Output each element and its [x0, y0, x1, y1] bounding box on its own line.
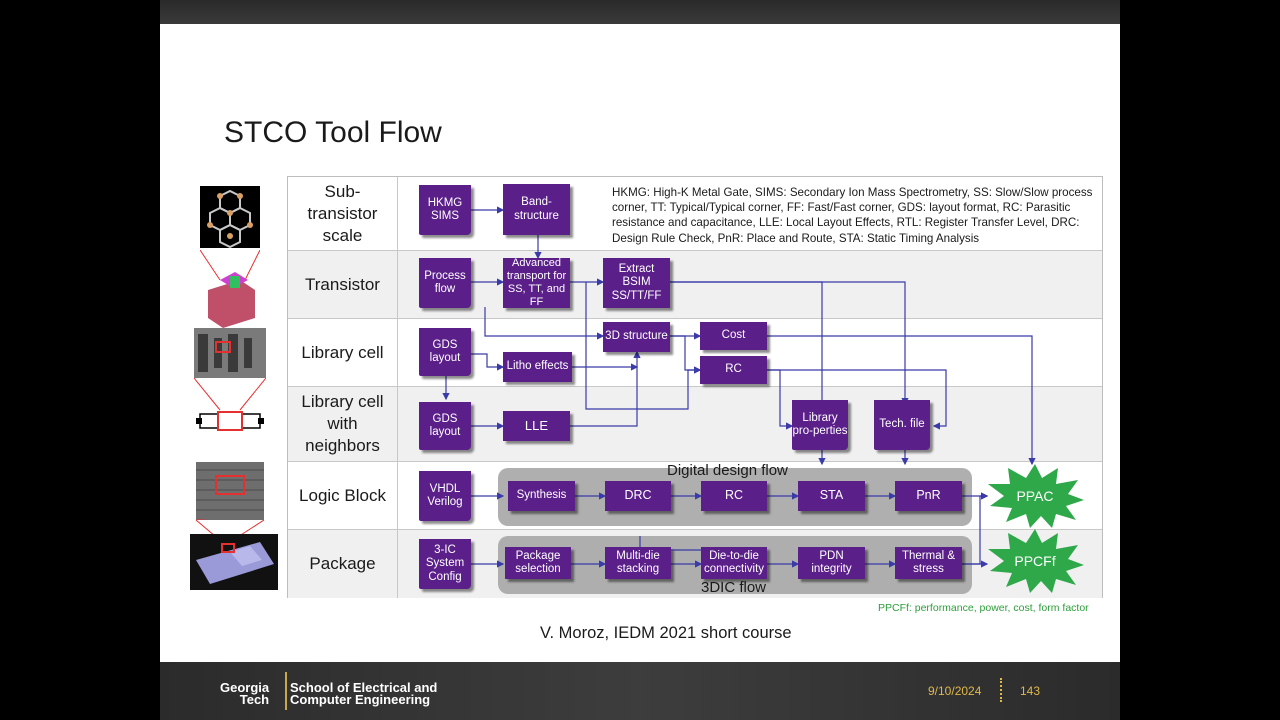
cost-box: Cost: [700, 322, 767, 350]
rc-box-library: RC: [700, 356, 767, 384]
page-number: 143: [1020, 684, 1041, 698]
extract-bsim-box: Extract BSIM SS/TT/FF: [603, 258, 670, 308]
hkmg-sims-box: HKMG SIMS: [419, 185, 471, 235]
georgia-tech-logo: Georgia Tech: [220, 680, 270, 707]
tech-file-box: Tech. file: [874, 400, 930, 450]
ppac-label: PPAC: [1016, 488, 1054, 504]
slide: STCO Tool Flow Sub- transistor scale Tra…: [160, 24, 1120, 662]
process-flow-box: Process flow: [419, 258, 471, 308]
die-to-die-connectivity-box: Die-to-die connectivity: [701, 547, 767, 579]
footer-separator: [1000, 678, 1002, 702]
lle-box: LLE: [503, 411, 570, 441]
3d-structure-box: 3D structure: [603, 322, 670, 352]
school-name: School of Electrical and Computer Engine…: [290, 680, 438, 707]
thermal-stress-box: Thermal & stress: [895, 547, 962, 579]
band-structure-box: Band-structure: [503, 184, 570, 235]
ppcff-footnote: PPCFf: performance, power, cost, form fa…: [878, 602, 1089, 614]
pnr-box: PnR: [895, 481, 962, 511]
package-selection-box: Package selection: [505, 547, 571, 579]
sta-box: STA: [798, 481, 865, 511]
litho-effects-box: Litho effects: [503, 352, 572, 382]
drc-box: DRC: [605, 481, 671, 511]
gds-layout-box-1: GDS layout: [419, 328, 471, 376]
source-credit: V. Moroz, IEDM 2021 short course: [540, 624, 792, 642]
slide-footer: Georgia Tech School of Electrical and Co…: [160, 662, 1120, 720]
gds-layout-box-2: GDS layout: [419, 402, 471, 450]
vhdl-verilog-box: VHDL Verilog: [419, 471, 471, 521]
pdn-integrity-box: PDN integrity: [798, 547, 865, 579]
advanced-transport-box: Advanced transport for SS, TT, and FF: [503, 258, 570, 308]
ppcff-label: PPCFf: [1014, 553, 1056, 569]
rc-box-logic: RC: [701, 481, 767, 511]
window-top-bar: [160, 0, 1120, 24]
logo-divider: [285, 672, 287, 710]
multi-die-stacking-box: Multi-die stacking: [605, 547, 671, 579]
3dic-system-config-box: 3-IC System Config: [419, 539, 471, 589]
synthesis-box: Synthesis: [508, 481, 575, 511]
footer-date: 9/10/2024: [928, 684, 982, 698]
library-properties-box: Library pro-perties: [792, 400, 848, 450]
